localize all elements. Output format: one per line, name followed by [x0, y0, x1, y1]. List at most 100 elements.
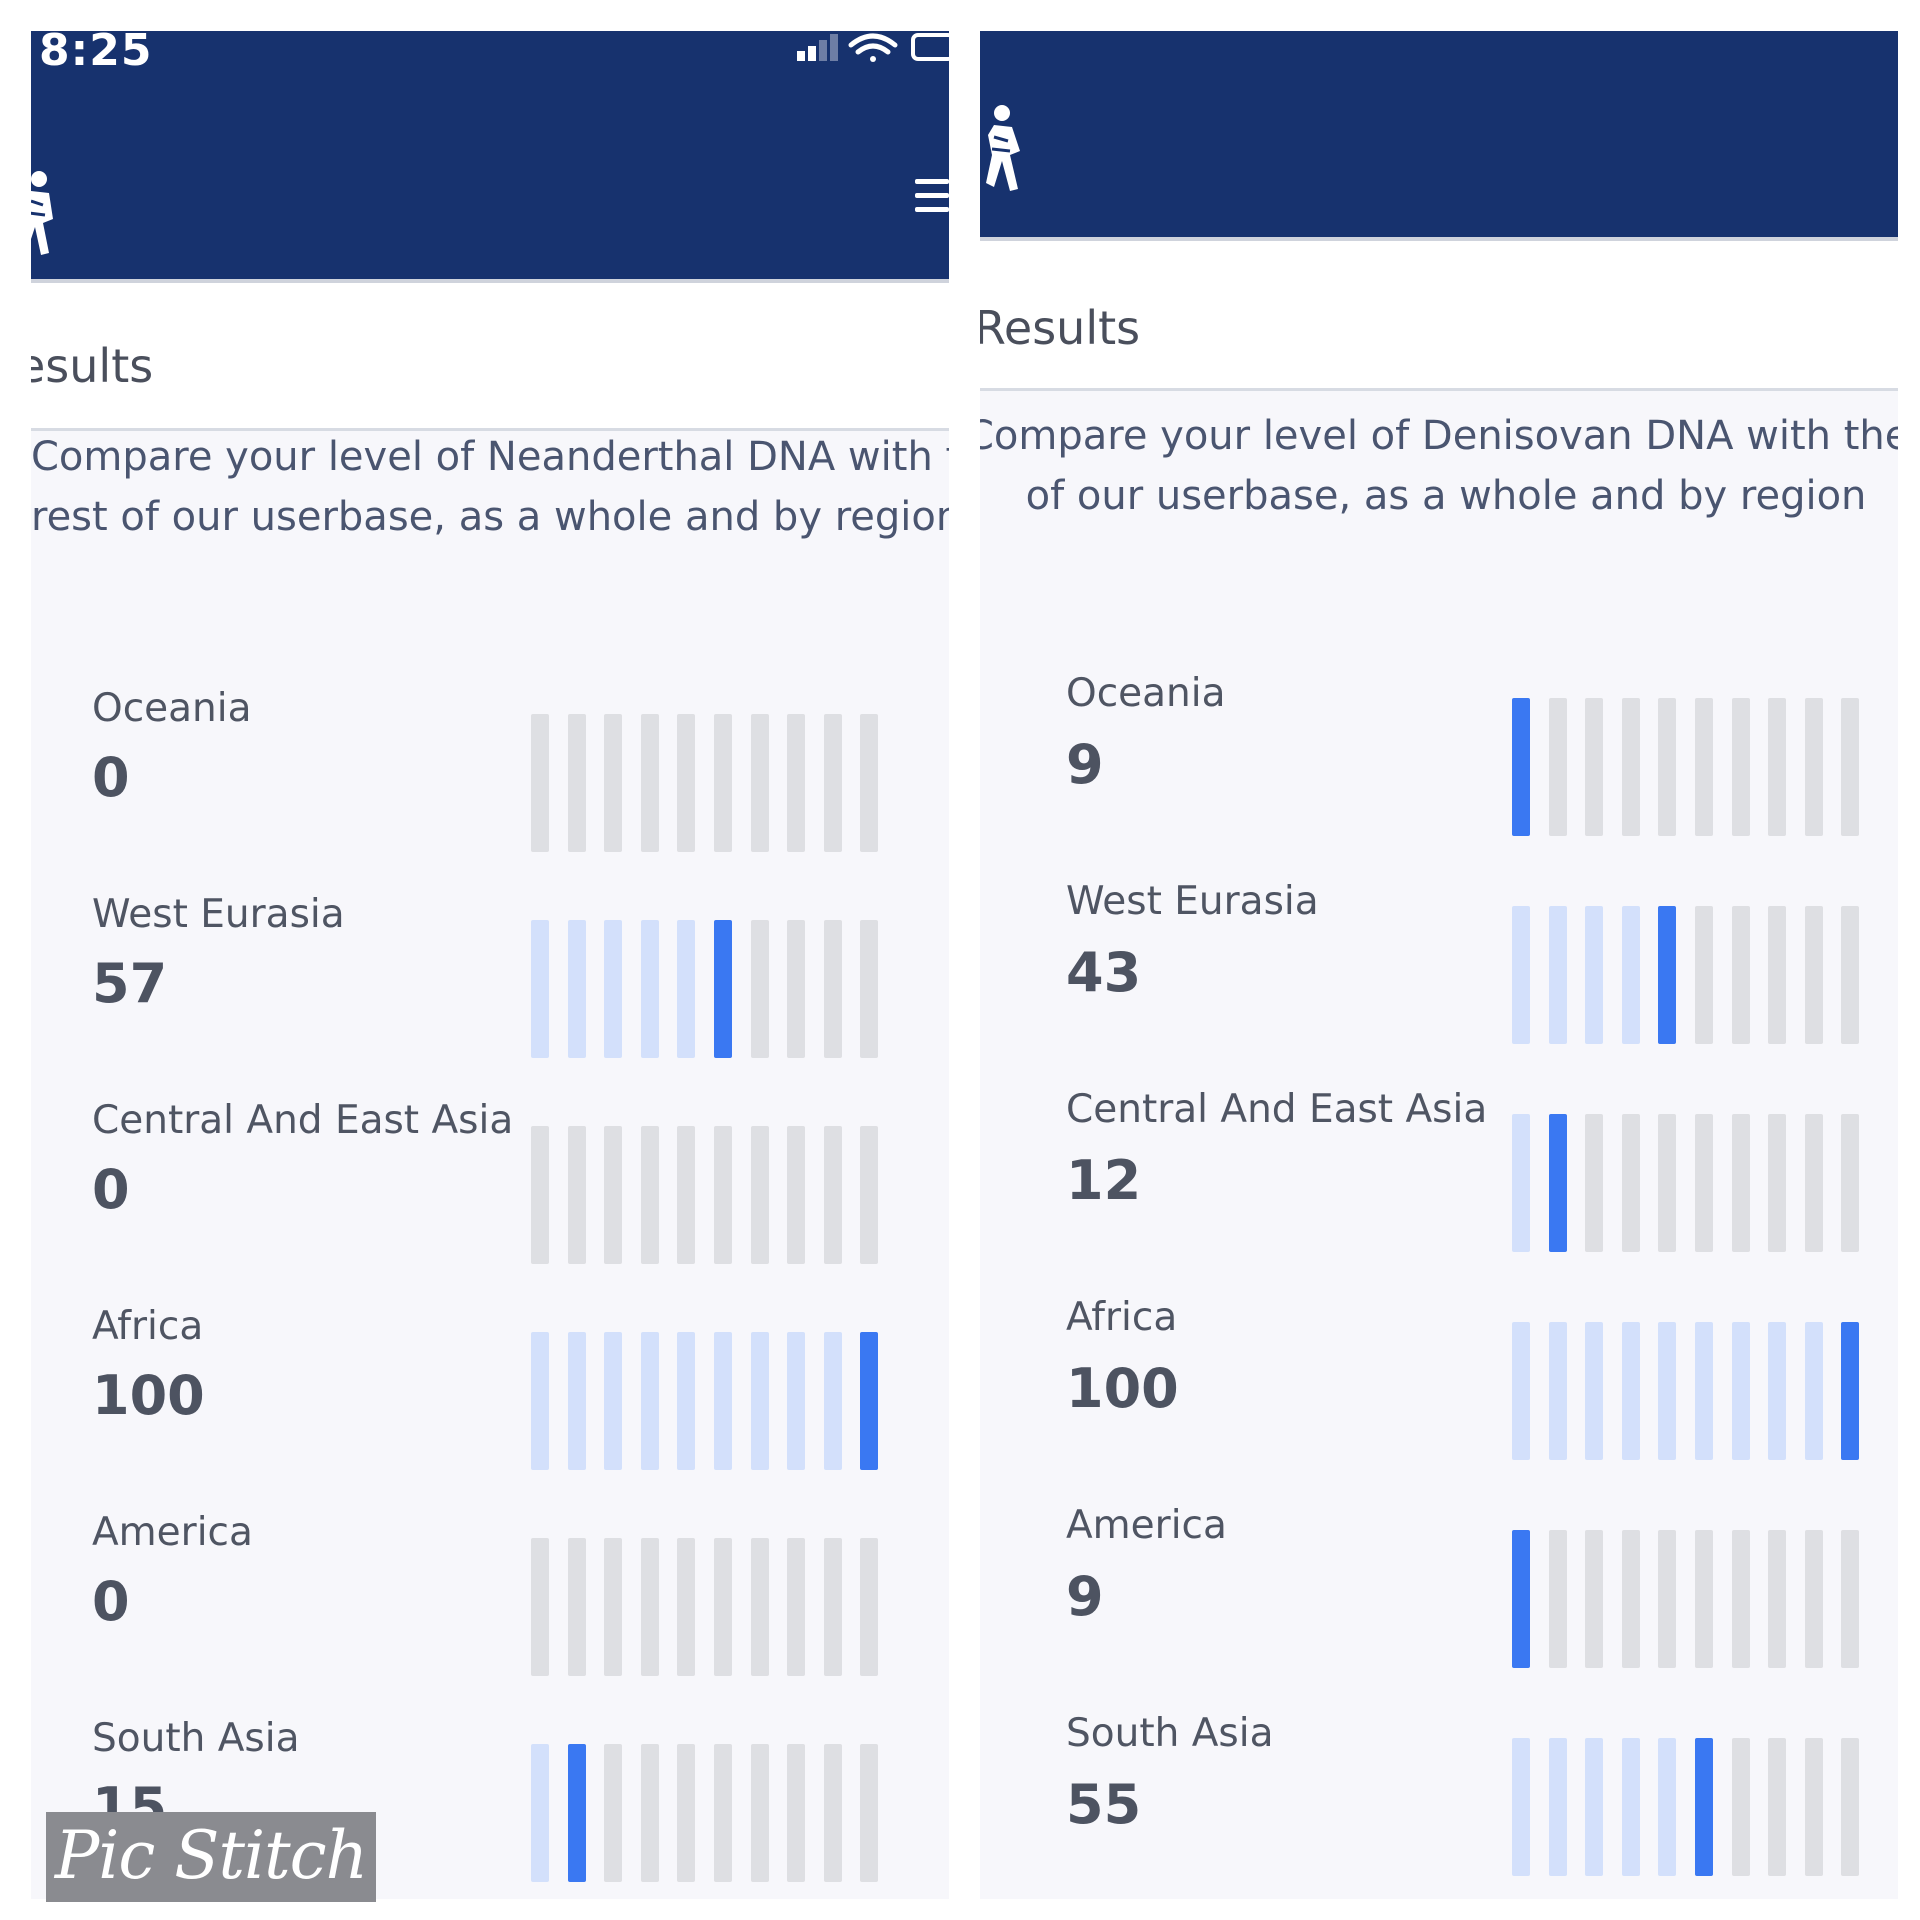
- intro-line: Compare your level of Neanderthal DNA wi…: [31, 434, 949, 480]
- percentile-bar: [1512, 698, 1872, 836]
- bar-segment-filled: [1512, 1322, 1530, 1460]
- right-screenshot-panel: Results Compare your level of Denisovan …: [980, 31, 1898, 1899]
- bar-segment-empty: [750, 1126, 769, 1264]
- intro-text: Compare your level of Denisovan DNA with…: [980, 406, 1898, 526]
- bar-segment-empty: [1585, 1114, 1604, 1252]
- bar-segment-filled: [1548, 1322, 1567, 1460]
- bar-segment-empty: [677, 714, 696, 852]
- bar-segment-empty: [1768, 1738, 1787, 1876]
- bar-segment-empty: [604, 1744, 623, 1882]
- bar-segment-empty: [1731, 698, 1750, 836]
- bar-segment-empty: [1841, 1114, 1860, 1252]
- left-screenshot-panel: 8:25 esults Compare your level of Neande…: [31, 31, 949, 1899]
- bar-segment-empty: [1658, 698, 1677, 836]
- bar-segment-empty: [1695, 1530, 1713, 1668]
- bar-segment-filled: [604, 1332, 623, 1470]
- bar-segment-filled: [677, 920, 696, 1058]
- bar-segment-empty: [860, 714, 879, 852]
- bar-segment-empty: [714, 714, 732, 852]
- bar-segment-empty: [567, 1538, 586, 1676]
- bar-segment-filled: [823, 1332, 842, 1470]
- region-value: 12: [1066, 1149, 1142, 1212]
- bar-segment-empty: [1658, 1114, 1677, 1252]
- bar-segment-filled: [531, 920, 549, 1058]
- page-title: Results: [980, 301, 1141, 355]
- bar-segment-empty: [567, 714, 586, 852]
- bar-segment-active: [714, 920, 732, 1058]
- bar-segment-empty: [677, 1126, 696, 1264]
- bar-segment-empty: [787, 1126, 806, 1264]
- region-name: Africa: [92, 1304, 204, 1349]
- bar-segment-active: [1658, 906, 1677, 1044]
- bar-segment-empty: [750, 1538, 769, 1676]
- bar-segment-empty: [823, 1744, 842, 1882]
- bar-segment-empty: [604, 1126, 623, 1264]
- bar-segment-filled: [604, 920, 623, 1058]
- bar-segment-empty: [640, 714, 659, 852]
- percentile-bar: [1512, 1114, 1872, 1252]
- bar-segment-filled: [1621, 1322, 1640, 1460]
- bar-segment-empty: [1585, 698, 1604, 836]
- region-value: 0: [92, 1158, 130, 1221]
- bar-segment-empty: [1731, 1114, 1750, 1252]
- bar-segment-filled: [1512, 906, 1530, 1044]
- region-value: 0: [92, 746, 130, 809]
- bar-segment-empty: [823, 1538, 842, 1676]
- intro-text: Compare your level of Neanderthal DNA wi…: [31, 427, 949, 547]
- bar-segment-empty: [1548, 1530, 1567, 1668]
- bar-segment-empty: [1768, 906, 1787, 1044]
- region-value: 57: [92, 952, 168, 1015]
- bar-segment-filled: [750, 1332, 769, 1470]
- bar-segment-empty: [787, 714, 806, 852]
- bar-segment-filled: [1621, 1738, 1640, 1876]
- region-name: West Eurasia: [92, 892, 345, 937]
- bar-segment-empty: [1841, 906, 1860, 1044]
- percentile-bar: [1512, 1322, 1872, 1460]
- bar-segment-empty: [787, 1744, 806, 1882]
- bar-segment-empty: [640, 1538, 659, 1676]
- bar-segment-active: [1841, 1322, 1860, 1460]
- bar-segment-filled: [640, 1332, 659, 1470]
- bar-segment-empty: [1695, 698, 1713, 836]
- region-name: South Asia: [92, 1716, 300, 1761]
- bar-segment-empty: [1731, 906, 1750, 1044]
- bar-segment-empty: [714, 1126, 732, 1264]
- bar-segment-filled: [1548, 906, 1567, 1044]
- region-name: Central And East Asia: [1066, 1087, 1488, 1132]
- bar-segment-filled: [531, 1332, 549, 1470]
- bar-segment-empty: [677, 1744, 696, 1882]
- bar-segment-active: [860, 1332, 879, 1470]
- region-name: Oceania: [1066, 671, 1226, 716]
- percentile-bar: [531, 1332, 891, 1470]
- percentile-bar: [531, 920, 891, 1058]
- percentile-bar: [531, 1538, 891, 1676]
- status-icons: [797, 33, 949, 62]
- intro-line: Compare your level of Denisovan DNA with…: [980, 413, 1898, 459]
- bar-segment-empty: [1695, 1114, 1713, 1252]
- bar-segment-filled: [1585, 1738, 1604, 1876]
- bar-segment-empty: [1804, 698, 1823, 836]
- bar-segment-empty: [1804, 906, 1823, 1044]
- bar-segment-empty: [1841, 698, 1860, 836]
- region-value: 100: [92, 1364, 205, 1427]
- battery-icon: [911, 33, 949, 61]
- bar-segment-empty: [1621, 1530, 1640, 1668]
- astronaut-logo-icon[interactable]: [31, 161, 69, 271]
- status-time: 8:25: [39, 31, 153, 76]
- bar-segment-filled: [640, 920, 659, 1058]
- region-name: America: [92, 1510, 253, 1555]
- bar-segment-empty: [1804, 1530, 1823, 1668]
- intro-line: rest of our userbase, as a whole and by …: [31, 494, 949, 540]
- bar-segment-empty: [750, 1744, 769, 1882]
- region-name: Oceania: [92, 686, 252, 731]
- wifi-icon: [848, 33, 898, 62]
- bar-segment-empty: [714, 1538, 732, 1676]
- bar-segment-filled: [1731, 1322, 1750, 1460]
- astronaut-logo-icon[interactable]: [980, 101, 1036, 211]
- bar-segment-filled: [1585, 1322, 1604, 1460]
- region-value: 100: [1066, 1357, 1179, 1420]
- percentile-bar: [531, 714, 891, 852]
- bar-segment-empty: [531, 714, 549, 852]
- hamburger-menu-icon[interactable]: [915, 179, 949, 217]
- bar-segment-empty: [860, 1538, 879, 1676]
